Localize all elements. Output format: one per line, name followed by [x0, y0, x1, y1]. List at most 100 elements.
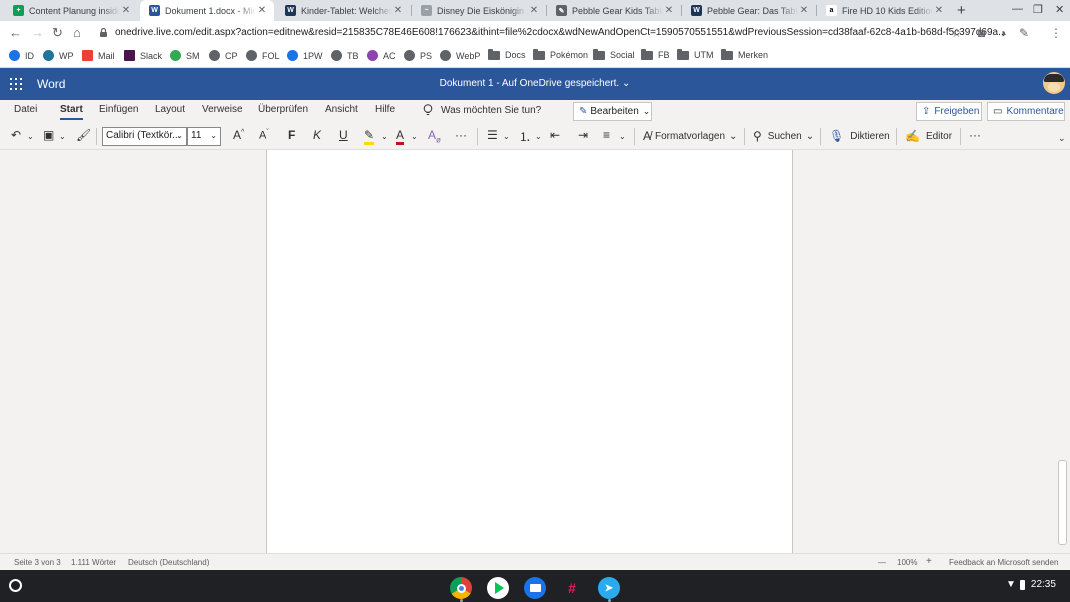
restore-icon[interactable]: ❐ — [1033, 3, 1043, 16]
browser-tab[interactable]: a Fire HD 10 Kids Edition Ta ✕ — [817, 0, 951, 21]
zoom-in-button[interactable]: + — [926, 556, 932, 567]
bookmark-folder-utm[interactable]: UTM — [677, 48, 714, 60]
camera-icon[interactable]: ◙ — [978, 26, 985, 40]
zoom-level[interactable]: 100% — [897, 558, 917, 567]
document-page[interactable] — [266, 150, 793, 553]
new-tab-button[interactable]: + — [957, 2, 966, 19]
tab-einfuegen[interactable]: Einfügen — [99, 104, 138, 115]
tab-start[interactable]: Start — [60, 104, 83, 120]
dictate-button[interactable]: 🎙 Diktieren — [829, 129, 890, 143]
bold-button[interactable]: F — [288, 128, 295, 142]
comments-button[interactable]: ▭ Kommentare — [987, 102, 1065, 121]
numbering-icon[interactable]: ⒈ — [519, 128, 531, 145]
browser-tab[interactable]: W Kinder-Tablet: Welches ist ✕ — [276, 0, 410, 21]
pen-extension-icon[interactable]: ✎ — [1019, 26, 1029, 40]
align-icon[interactable]: ≡ — [603, 128, 610, 142]
close-tab-icon[interactable]: ✕ — [392, 5, 404, 16]
url-field[interactable]: onedrive.live.com/edit.aspx?action=editn… — [115, 27, 1006, 38]
system-tray[interactable]: ▼ 22:35 — [1006, 579, 1056, 590]
collapse-ribbon-icon[interactable]: ⌄ — [1058, 133, 1066, 144]
find-button[interactable]: ⚲ Suchen ⌄ — [753, 129, 814, 143]
bookmark-tb[interactable]: TB — [331, 50, 359, 61]
tab-ueberpruefen[interactable]: Überprüfen — [258, 104, 308, 115]
chevron-down-icon[interactable]: ⌄ — [59, 132, 66, 141]
bookmark-folder-fb[interactable]: FB — [641, 48, 670, 60]
word-count[interactable]: 1.111 Wörter — [71, 558, 116, 567]
tab-verweise[interactable]: Verweise — [202, 104, 243, 115]
bookmark-folder-merken[interactable]: Merken — [721, 48, 768, 60]
avatar[interactable] — [1043, 72, 1065, 94]
browser-tab[interactable]: ~ Disney Die Eiskönigin 2 Ki ✕ — [412, 0, 546, 21]
language-indicator[interactable]: Deutsch (Deutschland) — [128, 558, 209, 567]
bookmark-folder-social[interactable]: Social — [593, 48, 635, 60]
bookmark-ps[interactable]: PS — [404, 50, 432, 61]
grow-font-icon[interactable]: A^ — [233, 128, 244, 142]
back-arrow-icon[interactable]: ← — [9, 25, 22, 40]
format-painter-icon[interactable]: 🖌 — [76, 128, 91, 142]
bookmark-id[interactable]: ID — [9, 50, 34, 61]
bookmark-wp[interactable]: WP — [43, 50, 74, 61]
tab-layout[interactable]: Layout — [155, 104, 185, 115]
browser-tab[interactable]: W Pebble Gear: Das Tablet fü ✕ — [682, 0, 816, 21]
document-title[interactable]: Dokument 1 - Auf OneDrive gespeichert. ⌄ — [0, 78, 1070, 89]
chevron-down-icon[interactable]: ⌄ — [619, 132, 626, 141]
launcher-icon[interactable] — [9, 579, 22, 592]
increase-indent-icon[interactable]: ⇥ — [578, 128, 588, 142]
chevron-down-icon[interactable]: ⌄ — [27, 132, 34, 141]
browser-tab[interactable]: ✎ Pebble Gear Kids Tablet: E ✕ — [547, 0, 681, 21]
bookmark-folder-pokemon[interactable]: Pokémon — [533, 48, 588, 60]
undo-icon[interactable]: ↶ — [11, 128, 21, 142]
font-name-select[interactable]: Calibri (Textkör... ⌄ — [102, 127, 187, 146]
zoom-out-button[interactable]: — — [878, 558, 886, 567]
close-tab-icon[interactable]: ✕ — [663, 5, 675, 16]
close-tab-icon[interactable]: ✕ — [528, 5, 540, 16]
close-tab-icon[interactable]: ✕ — [933, 5, 945, 16]
browser-menu-icon[interactable]: ⋮ — [1050, 26, 1062, 40]
highlight-icon[interactable]: ✎ — [364, 128, 375, 145]
styles-dropdown[interactable]: A̸ Formatvorlagen ⌄ — [643, 129, 737, 143]
bookmark-slack[interactable]: Slack — [124, 50, 162, 61]
paste-icon[interactable]: ▣ — [43, 128, 54, 142]
reload-icon[interactable]: ↻ — [52, 25, 63, 41]
close-tab-icon[interactable]: ✕ — [256, 5, 268, 16]
more-font-options-icon[interactable]: ··· — [455, 128, 467, 142]
decrease-indent-icon[interactable]: ⇤ — [550, 128, 560, 142]
play-store-icon[interactable] — [487, 577, 509, 599]
vertical-scrollbar[interactable] — [1058, 460, 1067, 545]
bookmark-1pw[interactable]: 1PW — [287, 50, 323, 61]
shrink-font-icon[interactable]: Aˇ — [259, 129, 269, 142]
bookmark-ac[interactable]: AC — [367, 50, 396, 61]
editor-button[interactable]: ✍ Editor — [905, 129, 952, 143]
tell-me-search[interactable]: Was möchten Sie tun? — [423, 104, 541, 116]
more-options-button[interactable]: ··· — [969, 128, 981, 142]
extension-icon[interactable]: ◑ — [999, 26, 1006, 40]
close-tab-icon[interactable]: ✕ — [120, 5, 132, 16]
browser-tab-active[interactable]: W Dokument 1.docx - Micro ✕ — [140, 0, 274, 21]
feedback-link[interactable]: Feedback an Microsoft senden — [949, 558, 1058, 567]
minimize-icon[interactable]: — — [1012, 3, 1023, 15]
telegram-icon[interactable]: ➤ — [598, 577, 620, 599]
italic-button[interactable]: K — [313, 128, 321, 142]
chevron-down-icon[interactable]: ⌄ — [411, 132, 418, 141]
font-size-select[interactable]: 11 ⌄ — [187, 127, 221, 146]
chevron-down-icon[interactable]: ⌄ — [535, 132, 542, 141]
lock-icon[interactable] — [100, 28, 107, 37]
slack-icon[interactable]: # — [561, 577, 583, 599]
browser-tab[interactable]: + Content Planung inside di ✕ — [4, 0, 138, 21]
close-tab-icon[interactable]: ✕ — [798, 5, 810, 16]
bookmark-sm[interactable]: SM — [170, 50, 200, 61]
close-window-icon[interactable]: ✕ — [1055, 3, 1064, 16]
bookmark-folder-docs[interactable]: Docs — [488, 48, 526, 60]
home-icon[interactable]: ⌂ — [73, 25, 81, 40]
editing-mode-dropdown[interactable]: ✎ Bearbeiten ⌄ — [573, 102, 652, 121]
files-icon[interactable] — [524, 577, 546, 599]
chevron-down-icon[interactable]: ⌄ — [503, 132, 510, 141]
tab-datei[interactable]: Datei — [14, 104, 37, 115]
clear-formatting-icon[interactable]: Aø — [428, 128, 441, 144]
tab-ansicht[interactable]: Ansicht — [325, 104, 358, 115]
chevron-down-icon[interactable]: ⌄ — [381, 132, 388, 141]
font-color-icon[interactable]: A — [396, 128, 405, 145]
bookmark-fol[interactable]: FOL — [246, 50, 280, 61]
underline-button[interactable]: U — [339, 128, 348, 142]
bullets-icon[interactable]: ☰ — [487, 128, 498, 142]
